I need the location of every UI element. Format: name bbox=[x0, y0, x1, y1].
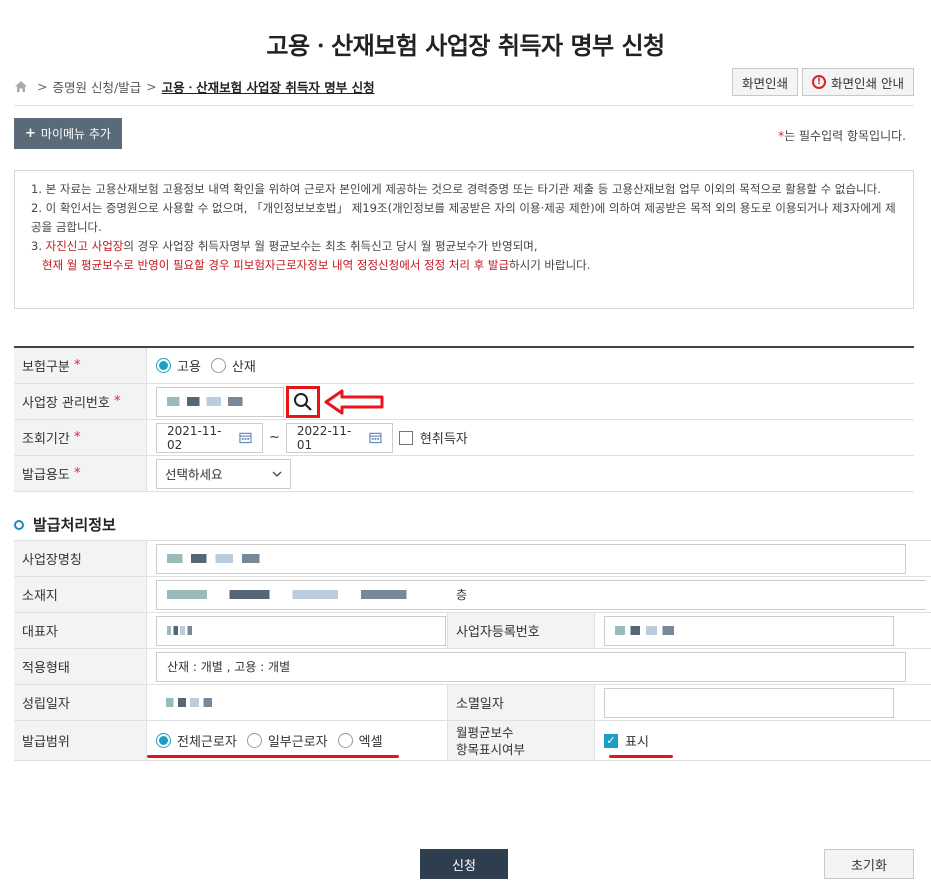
highlight-underline bbox=[609, 755, 673, 758]
radio-employment-label[interactable]: 고용 bbox=[177, 356, 201, 375]
print-button[interactable]: 화면인쇄 bbox=[732, 68, 799, 96]
biz-reg-no-label: 사업자등록번호 bbox=[447, 613, 595, 648]
radio-excel-label[interactable]: 엑셀 bbox=[359, 731, 383, 750]
breadcrumb: > 증명원 신청/발급 > 고용ㆍ산재보험 사업장 취득자 명부 신청 bbox=[14, 77, 375, 96]
print-guide-button[interactable]: ! 화면인쇄 안내 bbox=[802, 68, 914, 96]
biz-mgmt-no-label: 사업장 관리번호 * bbox=[14, 384, 147, 419]
row-purpose: 발급용도 * 선택하세요 bbox=[14, 456, 914, 492]
breadcrumb-item-certificate[interactable]: 증명원 신청/발급 bbox=[52, 77, 141, 96]
bullet-icon bbox=[14, 519, 24, 530]
breadcrumb-separator: > bbox=[37, 79, 48, 94]
scope-label: 발급범위 bbox=[14, 721, 147, 760]
notice-item-1: 1. 본 자료는 고용산재보험 고용정보 내역 확인을 위하여 근로자 본인에게… bbox=[31, 182, 881, 196]
founded-field bbox=[156, 687, 256, 718]
notice-item-2: 2. 이 확인서는 증명원으로 사용할 수 없으며, 「개인정보보호법」 제19… bbox=[31, 201, 896, 234]
row-address: 소재지 층 bbox=[14, 577, 931, 613]
reset-button[interactable]: 초기화 bbox=[824, 849, 914, 879]
required-note: *는 필수입력 항목입니다. bbox=[778, 129, 906, 143]
radio-some-workers[interactable] bbox=[246, 733, 262, 748]
wage-display-label: 월평균보수 항목표시여부 bbox=[447, 721, 595, 760]
breadcrumb-current[interactable]: 고용ㆍ산재보험 사업장 취득자 명부 신청 bbox=[162, 77, 375, 96]
radio-all-workers[interactable] bbox=[156, 733, 171, 748]
query-form: 보험구분 * 고용 산재 사업장 관리번호 * 조회기간 * 2021-11-0… bbox=[14, 346, 914, 492]
add-my-menu-button[interactable]: + 마이메뉴 추가 bbox=[14, 118, 122, 149]
radio-employment[interactable] bbox=[156, 358, 171, 373]
notice-box: 1. 본 자료는 고용산재보험 고용정보 내역 확인을 위하여 근로자 본인에게… bbox=[14, 170, 914, 309]
insurance-type-label: 보험구분 * bbox=[14, 348, 147, 383]
search-icon bbox=[294, 392, 312, 411]
founded-label: 성립일자 bbox=[14, 685, 147, 720]
calendar-icon[interactable] bbox=[239, 431, 252, 444]
row-insurance-type: 보험구분 * 고용 산재 bbox=[14, 348, 914, 384]
wage-display-checkbox-label[interactable]: 표시 bbox=[625, 731, 649, 750]
radio-industrial-accident[interactable] bbox=[210, 358, 226, 373]
print-guide-label: 화면인쇄 안내 bbox=[831, 75, 904, 91]
representative-label: 대표자 bbox=[14, 613, 147, 648]
row-biz-mgmt-no: 사업장 관리번호 * bbox=[14, 384, 914, 420]
radio-industrial-accident-label[interactable]: 산재 bbox=[232, 356, 256, 375]
issue-info-table: 사업장명칭 소재지 층 대표자 사업자등록번호 적용형태 산재 : 개별 , 고… bbox=[14, 540, 931, 761]
radio-all-workers-label[interactable]: 전체근로자 bbox=[177, 731, 237, 750]
address-field: 층 bbox=[156, 579, 926, 610]
add-my-menu-label: 마이메뉴 추가 bbox=[40, 127, 111, 141]
arrow-left-icon bbox=[324, 389, 384, 414]
apply-type-field: 산재 : 개별 , 고용 : 개별 bbox=[156, 651, 906, 682]
date-range-tilde: ~ bbox=[269, 430, 280, 445]
plus-icon: + bbox=[25, 126, 36, 141]
divider bbox=[14, 105, 914, 106]
current-acquirer-label[interactable]: 현취득자 bbox=[420, 428, 468, 447]
breadcrumb-separator: > bbox=[146, 79, 157, 94]
chevron-down-icon bbox=[272, 471, 282, 477]
closed-field bbox=[604, 687, 894, 718]
purpose-label: 발급용도 * bbox=[14, 456, 147, 491]
apply-type-label: 적용형태 bbox=[14, 649, 147, 684]
radio-some-workers-label[interactable]: 일부근로자 bbox=[268, 731, 328, 750]
home-icon[interactable] bbox=[14, 80, 28, 93]
biz-mgmt-no-input[interactable] bbox=[156, 386, 284, 417]
row-dates: 성립일자 소멸일자 bbox=[14, 685, 931, 721]
date-from-input[interactable]: 2021-11-02 bbox=[156, 422, 263, 453]
biz-name-label: 사업장명칭 bbox=[14, 541, 147, 576]
calendar-icon[interactable] bbox=[369, 431, 382, 444]
apply-button[interactable]: 신청 bbox=[420, 849, 508, 879]
page-title: 고용ㆍ산재보험 사업장 취득자 명부 신청 bbox=[266, 32, 665, 60]
row-period: 조회기간 * 2021-11-02 ~ 2022-11-01 현취득자 bbox=[14, 420, 914, 456]
radio-excel[interactable] bbox=[337, 733, 353, 748]
row-representative: 대표자 사업자등록번호 bbox=[14, 613, 931, 649]
representative-field bbox=[156, 615, 446, 646]
wage-display-checkbox[interactable]: ✓ bbox=[604, 733, 618, 748]
biz-name-field bbox=[156, 543, 906, 574]
period-label: 조회기간 * bbox=[14, 420, 147, 455]
purpose-select[interactable]: 선택하세요 bbox=[156, 458, 291, 489]
address-label: 소재지 bbox=[14, 577, 147, 612]
row-biz-name: 사업장명칭 bbox=[14, 541, 931, 577]
highlight-underline bbox=[147, 755, 399, 758]
notice-item-3: 3. 자진신고 사업장의 경우 사업장 취득자명부 월 평균보수는 최초 취득신… bbox=[31, 239, 591, 272]
current-acquirer-checkbox[interactable] bbox=[398, 430, 413, 445]
search-button[interactable] bbox=[286, 385, 320, 418]
closed-label: 소멸일자 bbox=[447, 685, 595, 720]
biz-reg-no-field bbox=[604, 615, 894, 646]
row-apply-type: 적용형태 산재 : 개별 , 고용 : 개별 bbox=[14, 649, 931, 685]
date-to-input[interactable]: 2022-11-01 bbox=[285, 422, 393, 453]
alert-icon: ! bbox=[812, 75, 827, 89]
section-title-issue-info: 발급처리정보 bbox=[14, 514, 116, 535]
